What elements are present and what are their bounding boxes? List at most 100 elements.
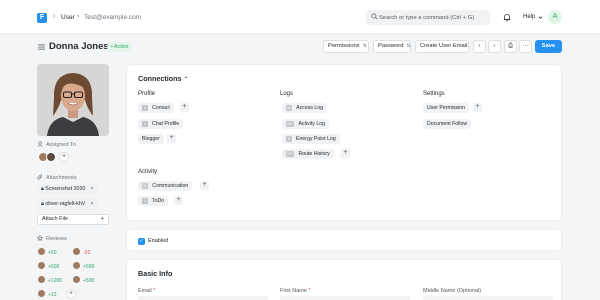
- save-button[interactable]: Save: [535, 40, 562, 53]
- permissions-label: Permissions: [328, 43, 360, 49]
- email-label: Email *: [138, 288, 155, 294]
- paperclip-icon: [37, 174, 43, 180]
- profile-image[interactable]: [37, 64, 109, 136]
- middle-name-field[interactable]: [423, 296, 553, 300]
- review-item[interactable]: +500: [73, 262, 94, 272]
- review-item[interactable]: +1200: [38, 276, 62, 286]
- search-icon: [371, 13, 378, 20]
- connections-card: Connections ⌃ Profile 2 Contact + 1 Chat P…: [126, 64, 562, 221]
- chevron-updown-icon: ⇅: [406, 43, 411, 49]
- connection-label: User Permission: [427, 105, 466, 111]
- add-communication-button[interactable]: +: [200, 181, 209, 190]
- permissions-button[interactable]: Permissions ⇅: [323, 40, 369, 53]
- breadcrumb-record[interactable]: Test@example.com: [84, 14, 141, 21]
- connection-todo[interactable]: 1 ToDo: [138, 196, 169, 206]
- count-badge: 20: [286, 104, 293, 111]
- attachments-text: Attachments: [46, 175, 77, 181]
- notification-bell-icon[interactable]: [503, 13, 511, 22]
- connection-route-history[interactable]: 20+ Route History: [282, 149, 334, 159]
- attach-file-button[interactable]: Attach File +: [37, 214, 109, 225]
- settings-group-title: Settings: [423, 91, 445, 97]
- connection-label: Blogger: [142, 136, 160, 142]
- review-points: +500: [83, 278, 95, 284]
- add-assignee-button[interactable]: +: [59, 152, 69, 162]
- review-points: -20: [83, 250, 91, 256]
- reviewer-avatar: [38, 262, 45, 269]
- connection-label: Access Log: [296, 105, 324, 111]
- add-review-button[interactable]: +: [66, 289, 76, 299]
- attachment-name: oliver-ragfelt-khV: [45, 201, 86, 207]
- add-contact-button[interactable]: +: [180, 103, 189, 112]
- middle-name-label: Middle Name (Optional): [423, 288, 482, 294]
- remove-attachment-icon[interactable]: ×: [90, 201, 93, 207]
- connection-communication[interactable]: 20 Communication: [138, 181, 193, 191]
- review-points: +12: [48, 292, 57, 298]
- connection-user-permission[interactable]: User Permission: [423, 103, 470, 113]
- count-badge: 3: [286, 135, 292, 142]
- breadcrumb-chevron-icon: ›: [77, 13, 80, 20]
- review-points: +500: [48, 264, 60, 270]
- review-item[interactable]: +50: [38, 248, 56, 258]
- print-button[interactable]: ⎙: [504, 40, 517, 53]
- attachment-item[interactable]: 🔒︎ oliver-ragfelt-khV ×: [37, 199, 99, 210]
- connection-chat-profile[interactable]: 1 Chat Profile: [138, 119, 184, 129]
- connection-energy-point-log[interactable]: 3 Energy Point Log: [282, 134, 340, 144]
- review-item[interactable]: +12: [38, 290, 56, 300]
- required-marker: *: [153, 288, 156, 294]
- remove-attachment-icon[interactable]: ×: [90, 186, 93, 192]
- enabled-checkbox[interactable]: ✓: [138, 238, 145, 245]
- more-actions-button[interactable]: ···: [519, 40, 532, 53]
- add-blogger-button[interactable]: +: [167, 134, 176, 143]
- add-route-history-button[interactable]: +: [341, 149, 350, 158]
- printer-icon: ⎙: [508, 43, 513, 49]
- first-name-field[interactable]: [280, 296, 410, 300]
- attachment-item[interactable]: 🔒︎ Screenshot 2020 ×: [37, 184, 99, 195]
- plus-icon: +: [100, 216, 104, 222]
- connections-title[interactable]: Connections ⌃: [138, 74, 189, 83]
- assigned-to-label: Assigned To: [37, 141, 76, 148]
- connection-contact[interactable]: 2 Contact: [138, 103, 174, 113]
- count-badge: 20+: [286, 150, 295, 157]
- connection-access-log[interactable]: 20 Access Log: [282, 103, 328, 113]
- breadcrumb-user[interactable]: User: [61, 14, 75, 21]
- review-item[interactable]: +500: [73, 276, 94, 286]
- connection-activity-log[interactable]: 20+ Activity Log: [282, 119, 329, 129]
- enabled-label: Enabled: [148, 238, 169, 244]
- count-badge: 2: [142, 104, 148, 111]
- page-head: Donna Jones • Active Permissions ⇅ Passwo…: [0, 34, 600, 60]
- assignee-avatar[interactable]: [46, 152, 56, 162]
- connection-label: Chat Profile: [152, 121, 180, 127]
- previous-record-button[interactable]: ‹: [473, 40, 486, 53]
- chevron-up-icon[interactable]: ⌃: [184, 77, 189, 83]
- password-label: Password: [378, 43, 404, 49]
- review-item[interactable]: -20: [73, 248, 90, 258]
- review-points: +50: [48, 250, 57, 256]
- add-user-permission-button[interactable]: +: [473, 103, 482, 112]
- connection-label: Activity Log: [298, 121, 325, 127]
- add-todo-button[interactable]: +: [174, 196, 183, 205]
- app-logo[interactable]: F: [37, 13, 47, 23]
- user-icon: [37, 141, 43, 147]
- first-name-label-text: First Name: [280, 288, 307, 294]
- activity-group-title: Activity: [138, 169, 158, 175]
- connection-label: Energy Point Log: [296, 136, 336, 142]
- breadcrumb-chevron-icon: ›: [53, 13, 56, 20]
- user-avatar[interactable]: A: [548, 10, 562, 24]
- profile-group-title: Profile: [138, 91, 156, 97]
- star-icon: [37, 235, 43, 241]
- next-record-button[interactable]: ›: [488, 40, 501, 53]
- awesomebar[interactable]: [366, 10, 490, 25]
- reviewer-avatar: [38, 290, 45, 297]
- email-field[interactable]: [138, 296, 268, 300]
- create-user-email-button[interactable]: Create User Email: [415, 40, 469, 53]
- password-button[interactable]: Password ⇅: [373, 40, 411, 53]
- page-title: Donna Jones: [49, 41, 109, 52]
- first-name-label: First Name *: [280, 288, 311, 294]
- help-menu[interactable]: Help: [523, 14, 535, 20]
- sidebar-toggle-icon[interactable]: [38, 44, 45, 50]
- review-item[interactable]: +500: [38, 262, 59, 272]
- connection-blogger[interactable]: Blogger: [138, 134, 164, 144]
- chevron-down-icon: [538, 16, 543, 19]
- connection-document-follow[interactable]: Document Follow: [423, 119, 472, 129]
- search-input[interactable]: [379, 12, 487, 23]
